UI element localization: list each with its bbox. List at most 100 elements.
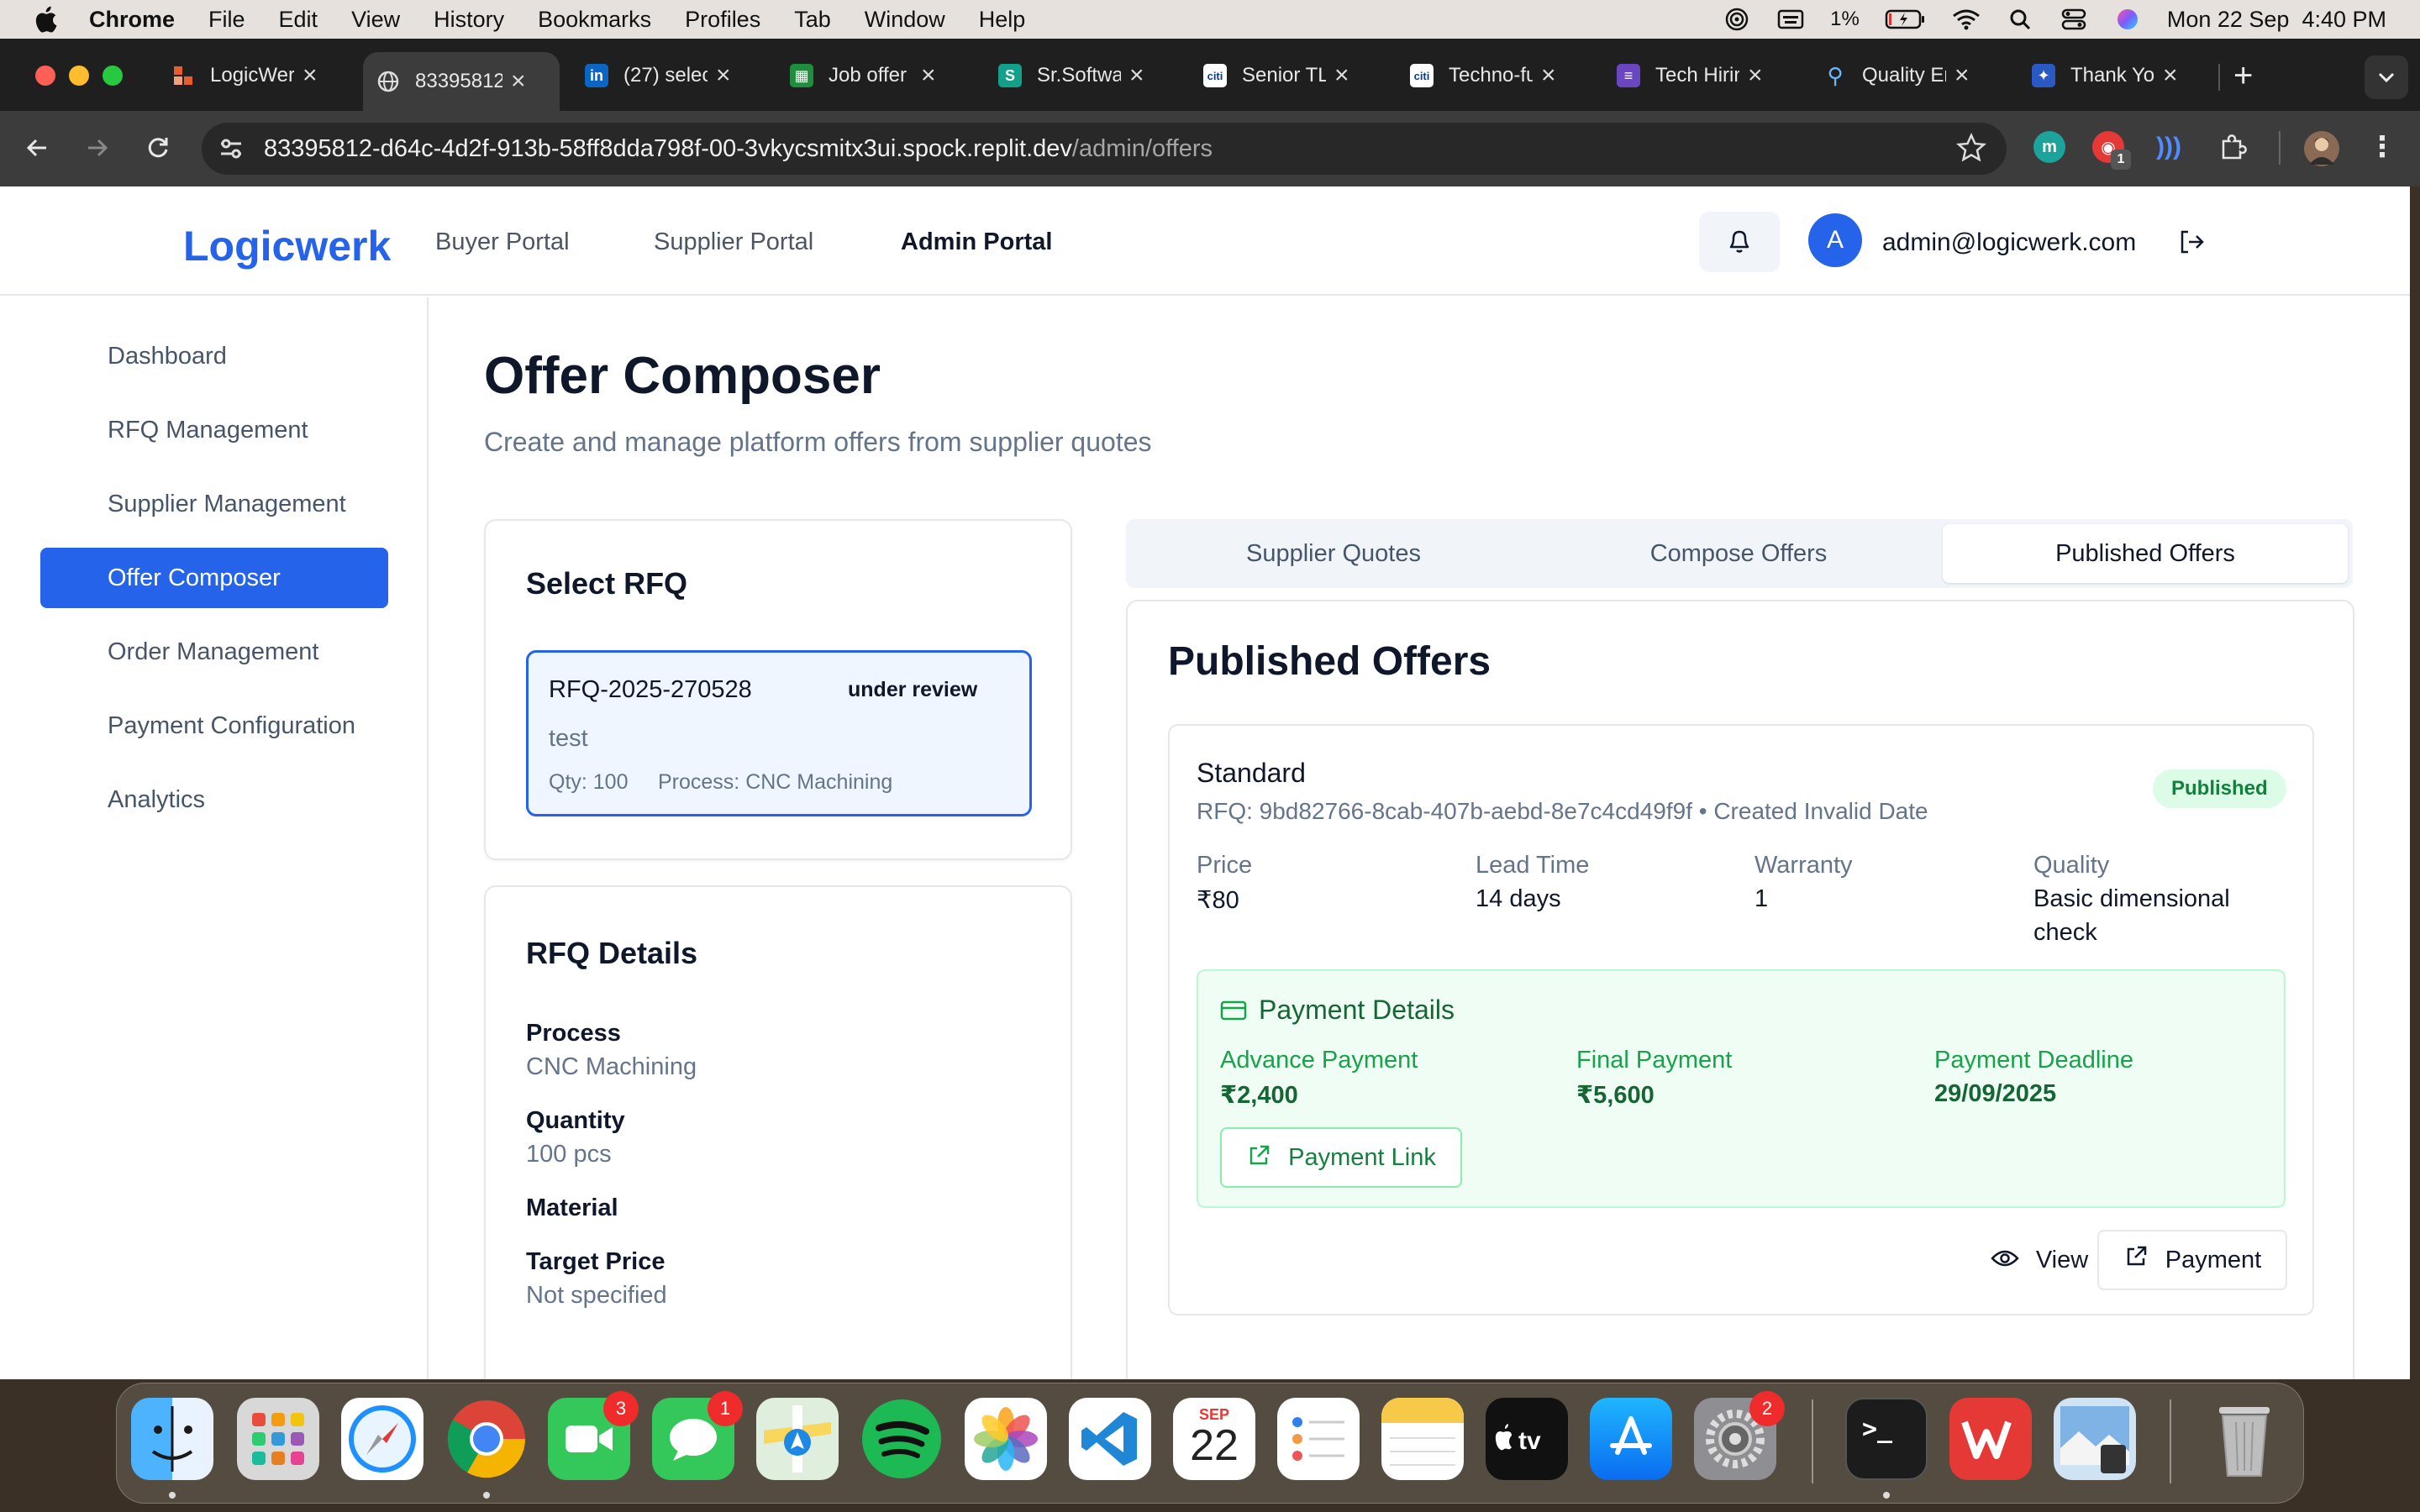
tab-compose-offers[interactable]: Compose Offers — [1536, 524, 1941, 583]
notes-icon[interactable] — [1381, 1398, 1464, 1480]
keyboard-icon[interactable] — [1776, 8, 1805, 31]
profile-avatar-icon[interactable] — [2304, 131, 2339, 166]
tab-close-icon[interactable]: × — [1954, 61, 1970, 90]
tab-close-icon[interactable]: × — [1129, 61, 1144, 90]
tab-close-icon[interactable]: × — [1334, 61, 1349, 90]
bookmark-star-icon[interactable] — [1955, 132, 1987, 170]
extension-red-icon[interactable]: ◉ 1 — [2092, 131, 2131, 170]
menu-bookmarks[interactable]: Bookmarks — [538, 7, 651, 33]
siri-icon[interactable] — [2113, 8, 2142, 31]
preview-icon[interactable] — [2054, 1398, 2136, 1480]
menu-help[interactable]: Help — [979, 7, 1026, 33]
browser-tab[interactable]: citi Techno-fun × — [1410, 52, 1583, 99]
terminal-icon[interactable]: >_ — [1845, 1398, 1928, 1480]
select-rfq-card: Select RFQ RFQ-2025-270528 under review … — [484, 519, 1072, 860]
window-minimize-button[interactable] — [69, 66, 89, 86]
trash-icon[interactable] — [2203, 1398, 2286, 1480]
airdrop-icon[interactable] — [1723, 8, 1751, 31]
browser-tab[interactable]: ≡ Tech Hiring × — [1617, 52, 1790, 99]
battery-icon[interactable] — [1885, 8, 1927, 31]
tab-close-icon[interactable]: × — [716, 61, 731, 90]
s-icon: S — [998, 64, 1022, 87]
extensions-puzzle-icon[interactable] — [2217, 131, 2249, 163]
reminders-icon[interactable] — [1277, 1398, 1360, 1480]
address-bar[interactable]: 83395812-d64c-4d2f-913b-58ff8dda798f-00-… — [202, 123, 2007, 175]
tab-close-icon[interactable]: × — [921, 61, 936, 90]
menu-edit[interactable]: Edit — [279, 7, 318, 33]
tab-supplier-quotes[interactable]: Supplier Quotes — [1131, 524, 1536, 583]
sidebar-item-offer-composer[interactable]: Offer Composer — [40, 548, 388, 608]
payment-deadline-value: 29/09/2025 — [1934, 1080, 2057, 1107]
finder-icon[interactable] — [131, 1398, 213, 1480]
menu-view[interactable]: View — [351, 7, 400, 33]
nav-supplier-portal[interactable]: Supplier Portal — [654, 228, 813, 256]
extension-audio-icon[interactable]: ))) — [2153, 131, 2185, 163]
site-info-icon[interactable] — [217, 134, 245, 163]
tab-search-button[interactable] — [2365, 55, 2408, 99]
sidebar-item-supplier-management[interactable]: Supplier Management — [40, 474, 388, 534]
menu-file[interactable]: File — [208, 7, 245, 33]
browser-tab[interactable]: in (27) selected × — [585, 52, 758, 99]
tab-close-icon[interactable]: × — [1748, 61, 1763, 90]
rfq-list-item[interactable]: RFQ-2025-270528 under review test Qty: 1… — [526, 650, 1032, 816]
globe-icon — [376, 70, 400, 93]
window-maximize-button[interactable] — [103, 66, 123, 86]
reload-button[interactable] — [138, 128, 178, 168]
extension-m-icon[interactable]: m — [2033, 131, 2065, 163]
notifications-button[interactable] — [1699, 212, 1780, 272]
sidebar-item-dashboard[interactable]: Dashboard — [40, 326, 388, 386]
browser-tab[interactable]: ▦ Job offer × — [790, 52, 963, 99]
chrome-menu-icon[interactable]: ⋮ — [2366, 131, 2398, 163]
back-button[interactable] — [17, 128, 57, 168]
chrome-icon[interactable] — [445, 1398, 528, 1480]
view-button[interactable]: View — [1960, 1230, 2119, 1290]
vscode-icon[interactable] — [1069, 1398, 1151, 1480]
tab-close-icon[interactable]: × — [511, 67, 526, 96]
forward-button[interactable] — [77, 128, 118, 168]
wifi-icon[interactable] — [1952, 8, 1981, 31]
payment-link-button[interactable]: Payment Link — [1220, 1127, 1462, 1188]
calendar-icon[interactable]: SEP 22 — [1173, 1398, 1255, 1480]
logicwerk-favicon — [171, 64, 195, 87]
browser-tab[interactable]: citi Senior TL × — [1203, 52, 1376, 99]
menu-tab[interactable]: Tab — [794, 7, 831, 33]
photos-icon[interactable] — [965, 1398, 1047, 1480]
tab-close-icon[interactable]: × — [2163, 61, 2178, 90]
browser-tab[interactable]: S Sr.Software × — [998, 52, 1171, 99]
apple-tv-icon[interactable]: tv — [1486, 1398, 1568, 1480]
payment-button[interactable]: Payment — [2097, 1230, 2287, 1290]
spotify-icon[interactable] — [860, 1398, 943, 1480]
new-tab-button[interactable]: + — [2233, 52, 2267, 99]
rfq-details-heading: RFQ Details — [526, 936, 698, 970]
nav-buyer-portal[interactable]: Buyer Portal — [435, 228, 570, 256]
app-logo[interactable]: Logicwerk — [183, 222, 391, 270]
maps-icon[interactable] — [756, 1398, 839, 1480]
menu-profiles[interactable]: Profiles — [685, 7, 760, 33]
sidebar-item-order-management[interactable]: Order Management — [40, 622, 388, 682]
menu-app-name[interactable]: Chrome — [89, 7, 175, 33]
logout-icon[interactable] — [2175, 225, 2208, 259]
window-close-button[interactable] — [35, 66, 55, 86]
menu-window[interactable]: Window — [865, 7, 945, 33]
nav-admin-portal[interactable]: Admin Portal — [901, 228, 1052, 256]
browser-tab[interactable]: ⚲ Quality Eng × — [1823, 52, 1996, 99]
menu-clock[interactable]: Mon 22 Sep 4:40 PM — [2167, 7, 2386, 33]
tab-close-icon[interactable]: × — [1541, 61, 1556, 90]
spotlight-search-icon[interactable] — [2006, 8, 2034, 31]
sidebar-item-payment-configuration[interactable]: Payment Configuration — [40, 696, 388, 756]
browser-tab-active[interactable]: 83395812 × — [363, 52, 560, 111]
control-center-icon[interactable] — [2060, 8, 2088, 31]
user-avatar[interactable]: A — [1808, 213, 1862, 267]
wps-office-icon[interactable] — [1949, 1398, 2032, 1480]
tab-published-offers[interactable]: Published Offers — [1943, 524, 2348, 583]
app-store-icon[interactable] — [1590, 1398, 1672, 1480]
safari-icon[interactable] — [341, 1398, 424, 1480]
launchpad-icon[interactable] — [237, 1398, 319, 1480]
sidebar-item-rfq-management[interactable]: RFQ Management — [40, 400, 388, 460]
browser-tab[interactable]: LogicWerk × — [171, 52, 345, 99]
menu-history[interactable]: History — [434, 7, 504, 33]
browser-tab[interactable]: ✦ Thank You × — [2032, 52, 2205, 99]
tab-close-icon[interactable]: × — [302, 61, 318, 90]
sidebar-item-analytics[interactable]: Analytics — [40, 769, 388, 830]
apple-menu-icon[interactable] — [32, 4, 59, 34]
